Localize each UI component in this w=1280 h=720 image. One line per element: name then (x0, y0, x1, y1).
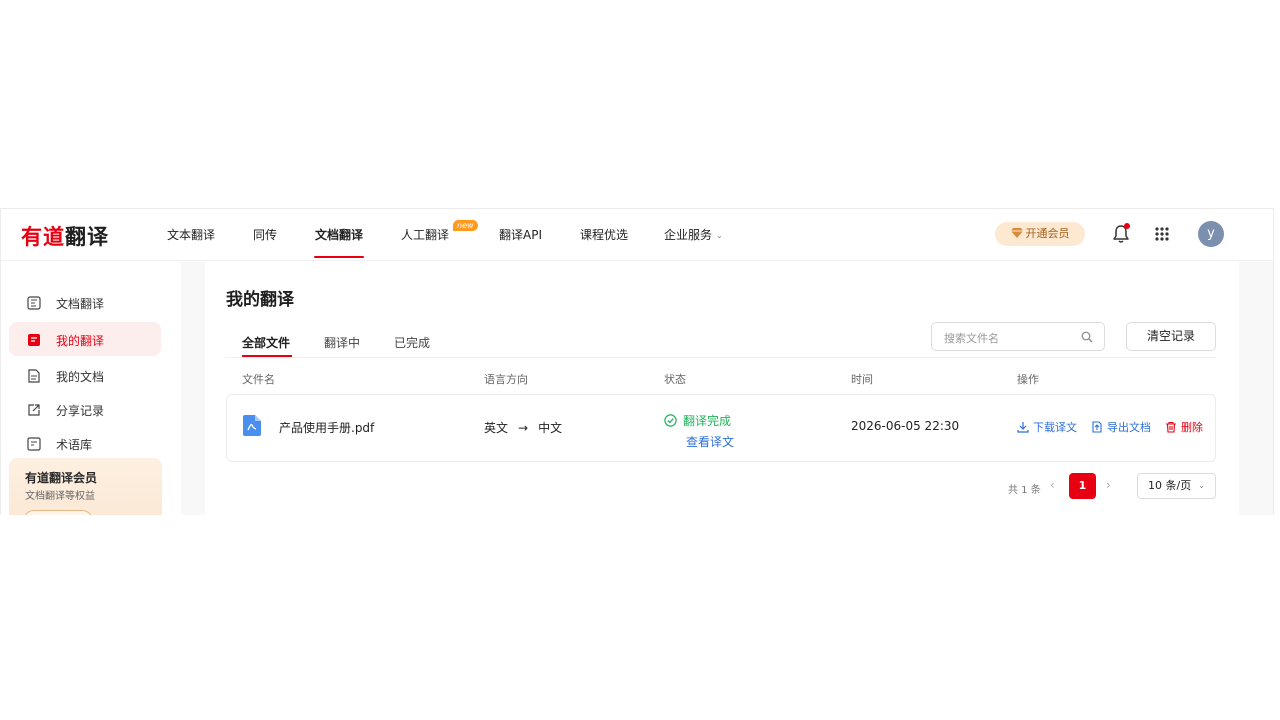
logo-text-red: 有道 (21, 225, 65, 249)
main-content: 我的翻译 全部文件 翻译中 已完成 搜索文件名 清空记录 文件名 语言方向 状态… (181, 262, 1273, 515)
clear-records-button[interactable]: 清空记录 (1126, 322, 1216, 351)
nav-courses[interactable]: 课程优选 (580, 226, 628, 243)
sidebar-item-document-translate[interactable]: 文档翻译 (9, 285, 161, 319)
sidebar-item-label: 我的文档 (56, 370, 105, 384)
sidebar-item-glossary[interactable]: 术语库 (9, 426, 161, 460)
check-circle-icon (664, 414, 677, 427)
top-header: 有道翻译 文本翻译 同传 文档翻译 人工翻译 new 翻译API 课程优选 企业… (1, 209, 1273, 261)
export-icon (1092, 421, 1102, 433)
membership-cta-button[interactable] (23, 510, 93, 515)
logo-text-dark: 翻译 (65, 225, 109, 249)
search-icon[interactable] (1081, 331, 1093, 343)
my-translations-icon (28, 334, 40, 346)
source-language: 英文 (484, 421, 509, 435)
chevron-right-icon[interactable]: › (1106, 478, 1111, 492)
trash-icon (1166, 421, 1176, 433)
open-membership-label: 开通会员 (1025, 227, 1070, 240)
open-membership-button[interactable]: 开通会员 (995, 222, 1085, 246)
export-label: 导出文档 (1107, 421, 1151, 434)
column-header-filename: 文件名 (242, 373, 275, 386)
new-badge: new (453, 220, 478, 231)
export-document-button[interactable]: 导出文档 (1091, 419, 1151, 435)
diamond-icon (1010, 228, 1023, 238)
target-language: 中文 (538, 421, 563, 435)
search-input[interactable]: 搜索文件名 (931, 322, 1105, 351)
active-nav-indicator (314, 256, 364, 258)
nav-human-translate[interactable]: 人工翻译 (401, 226, 449, 243)
my-documents-icon (28, 369, 40, 383)
page-title: 我的翻译 (226, 290, 294, 310)
file-name[interactable]: 产品使用手册.pdf (279, 419, 374, 436)
sidebar-item-label: 我的翻译 (56, 334, 105, 348)
share-icon (28, 404, 40, 416)
delete-button[interactable]: 删除 (1165, 419, 1203, 435)
arrow-right-icon: → (518, 421, 529, 435)
delete-label: 删除 (1181, 421, 1203, 434)
column-header-status: 状态 (664, 373, 686, 386)
tab-all-files[interactable]: 全部文件 (242, 334, 290, 351)
nav-enterprise-label: 企业服务 (664, 228, 713, 242)
pagination-current-page[interactable]: 1 (1069, 473, 1096, 499)
pagination-total: 共 1 条 (1008, 485, 1041, 496)
sidebar-item-my-documents[interactable]: 我的文档 (9, 358, 161, 392)
page-size-select[interactable]: 10 条/页 ⌄ (1137, 473, 1216, 499)
document-translate-icon (27, 296, 41, 310)
tab-translating[interactable]: 翻译中 (324, 334, 360, 351)
nav-translate-api[interactable]: 翻译API (499, 226, 542, 243)
sidebar-item-label: 分享记录 (56, 404, 105, 418)
language-direction: 英文 → 中文 (484, 419, 562, 436)
status-text: 翻译完成 (683, 414, 732, 428)
translation-time: 2026-06-05 22:30 (851, 419, 960, 433)
membership-subtitle: 文档翻译等权益 (25, 491, 95, 502)
chevron-down-icon: ⌄ (716, 231, 723, 240)
chevron-left-icon[interactable]: ‹ (1050, 478, 1055, 492)
nav-text-translate[interactable]: 文本翻译 (167, 226, 215, 243)
membership-card[interactable]: 有道翻译会员 文档翻译等权益 (9, 458, 162, 515)
membership-title: 有道翻译会员 (25, 471, 98, 485)
download-icon (1017, 422, 1029, 433)
tabs-divider (226, 357, 1216, 358)
table-row: 产品使用手册.pdf 英文 → 中文 翻译完成 查看译文 2026-06-05 22… (226, 394, 1216, 462)
chevron-down-icon: ⌄ (1198, 481, 1205, 490)
sidebar-item-label: 术语库 (56, 438, 93, 452)
glossary-icon (27, 437, 41, 451)
column-header-actions: 操作 (1017, 373, 1039, 386)
page-size-value: 10 条/页 (1148, 479, 1192, 492)
status-completed: 翻译完成 (664, 412, 731, 429)
tab-completed[interactable]: 已完成 (394, 334, 430, 351)
apps-grid-icon[interactable] (1155, 227, 1169, 241)
nav-document-translate[interactable]: 文档翻译 (315, 226, 363, 243)
app-window: 有道翻译 文本翻译 同传 文档翻译 人工翻译 new 翻译API 课程优选 企业… (0, 208, 1274, 515)
sidebar-item-my-translations[interactable]: 我的翻译 (9, 322, 161, 356)
sidebar-item-label: 文档翻译 (56, 297, 105, 311)
nav-enterprise[interactable]: 企业服务 ⌄ (664, 226, 723, 243)
download-translation-button[interactable]: 下载译文 (1017, 419, 1077, 435)
nav-simultaneous[interactable]: 同传 (253, 226, 277, 243)
user-avatar[interactable]: y (1198, 221, 1224, 247)
pdf-file-icon (243, 415, 261, 436)
column-header-language: 语言方向 (484, 373, 528, 386)
translations-panel: 我的翻译 全部文件 翻译中 已完成 搜索文件名 清空记录 文件名 语言方向 状态… (205, 262, 1239, 515)
view-translation-link[interactable]: 查看译文 (686, 433, 734, 450)
sidebar: 文档翻译 我的翻译 我的文档 分享记录 术语库 有道翻译会员 文档翻译等权益 (1, 262, 179, 515)
sidebar-item-share-records[interactable]: 分享记录 (9, 392, 161, 426)
search-placeholder: 搜索文件名 (944, 332, 999, 345)
notification-dot (1124, 223, 1130, 229)
download-label: 下载译文 (1033, 421, 1077, 434)
column-header-time: 时间 (851, 373, 873, 386)
youdao-logo[interactable]: 有道翻译 (21, 221, 109, 251)
